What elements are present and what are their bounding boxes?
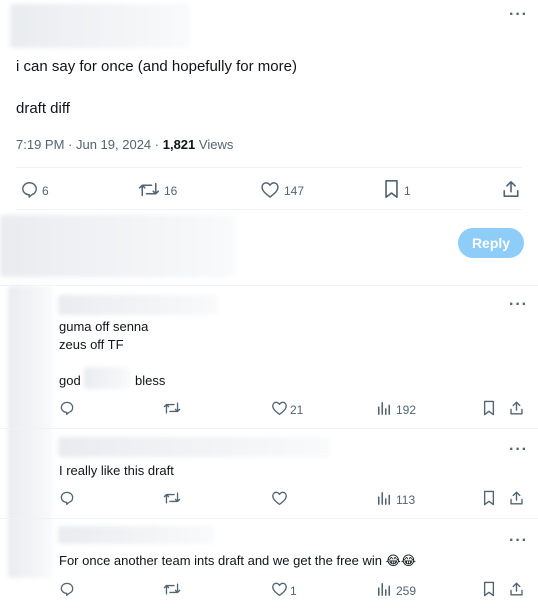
views-count: 1,821 bbox=[162, 137, 196, 152]
redacted-word bbox=[84, 367, 130, 389]
tweet-date[interactable]: Jun 19, 2024 bbox=[76, 137, 151, 152]
views-icon[interactable] bbox=[377, 491, 391, 505]
tweet-text-line2: draft diff bbox=[16, 100, 70, 117]
divider bbox=[0, 285, 538, 286]
meta-separator: · bbox=[64, 137, 76, 152]
repost-icon[interactable] bbox=[163, 490, 181, 506]
divider bbox=[0, 428, 538, 429]
reply-author-redacted bbox=[58, 526, 214, 544]
repost-icon[interactable] bbox=[138, 180, 160, 199]
reply-text-line2: zeus off TF bbox=[59, 337, 124, 352]
reply-button[interactable]: Reply bbox=[458, 228, 524, 258]
share-icon[interactable] bbox=[509, 581, 524, 597]
like-icon[interactable] bbox=[271, 400, 288, 416]
reply-count: 6 bbox=[42, 184, 49, 198]
views-icon[interactable] bbox=[377, 582, 391, 596]
repost-icon[interactable] bbox=[163, 581, 181, 597]
divider bbox=[16, 167, 522, 168]
like-count: 1 bbox=[290, 584, 297, 598]
reply-author-redacted bbox=[58, 295, 218, 315]
divider bbox=[0, 518, 538, 519]
share-icon[interactable] bbox=[502, 179, 520, 199]
reply-text-line1: For once another team ints draft and we … bbox=[59, 553, 417, 568]
bookmark-icon[interactable] bbox=[482, 400, 496, 416]
reply-icon[interactable] bbox=[20, 180, 39, 199]
views-icon[interactable] bbox=[377, 401, 391, 415]
bookmark-icon[interactable] bbox=[482, 581, 496, 597]
reply-text-line1: I really like this draft bbox=[59, 463, 174, 478]
author-name-redacted bbox=[10, 4, 190, 48]
views-count: 113 bbox=[396, 493, 416, 507]
more-icon[interactable]: ··· bbox=[509, 297, 528, 313]
reply-author-redacted bbox=[58, 437, 330, 457]
reply-text-line1: guma off senna bbox=[59, 319, 149, 334]
reply-icon[interactable] bbox=[59, 581, 75, 597]
views-count: 259 bbox=[396, 584, 417, 598]
repost-count: 16 bbox=[164, 184, 178, 198]
like-count: 147 bbox=[284, 184, 305, 198]
like-icon[interactable] bbox=[271, 581, 288, 597]
avatar-column-redacted bbox=[8, 286, 52, 578]
more-icon[interactable]: ··· bbox=[509, 533, 528, 549]
reply-icon[interactable] bbox=[59, 490, 75, 506]
more-icon[interactable]: ··· bbox=[509, 7, 528, 23]
meta-separator: · bbox=[151, 137, 163, 152]
share-icon[interactable] bbox=[509, 400, 524, 416]
more-icon[interactable]: ··· bbox=[509, 442, 528, 458]
bookmark-icon[interactable] bbox=[482, 490, 496, 506]
tweet-time[interactable]: 7:19 PM bbox=[16, 137, 64, 152]
composer-redacted bbox=[0, 215, 235, 277]
tweet-meta: 7:19 PM · Jun 19, 2024 · 1,821 Views bbox=[16, 137, 233, 152]
reply-icon[interactable] bbox=[59, 400, 75, 416]
tweet-text-line1: i can say for once (and hopefully for mo… bbox=[16, 58, 297, 75]
divider bbox=[16, 209, 522, 210]
repost-icon[interactable] bbox=[163, 400, 181, 416]
like-icon[interactable] bbox=[271, 490, 288, 506]
reply-text-word-bless: bless bbox=[135, 373, 166, 388]
like-icon[interactable] bbox=[260, 180, 280, 199]
reply-text-word-god: god bbox=[59, 373, 81, 388]
share-icon[interactable] bbox=[509, 490, 524, 506]
like-count: 21 bbox=[290, 403, 304, 417]
views-count: 192 bbox=[396, 403, 417, 417]
bookmark-count: 1 bbox=[404, 184, 411, 198]
views-label: Views bbox=[195, 137, 234, 152]
bookmark-icon[interactable] bbox=[383, 179, 400, 199]
